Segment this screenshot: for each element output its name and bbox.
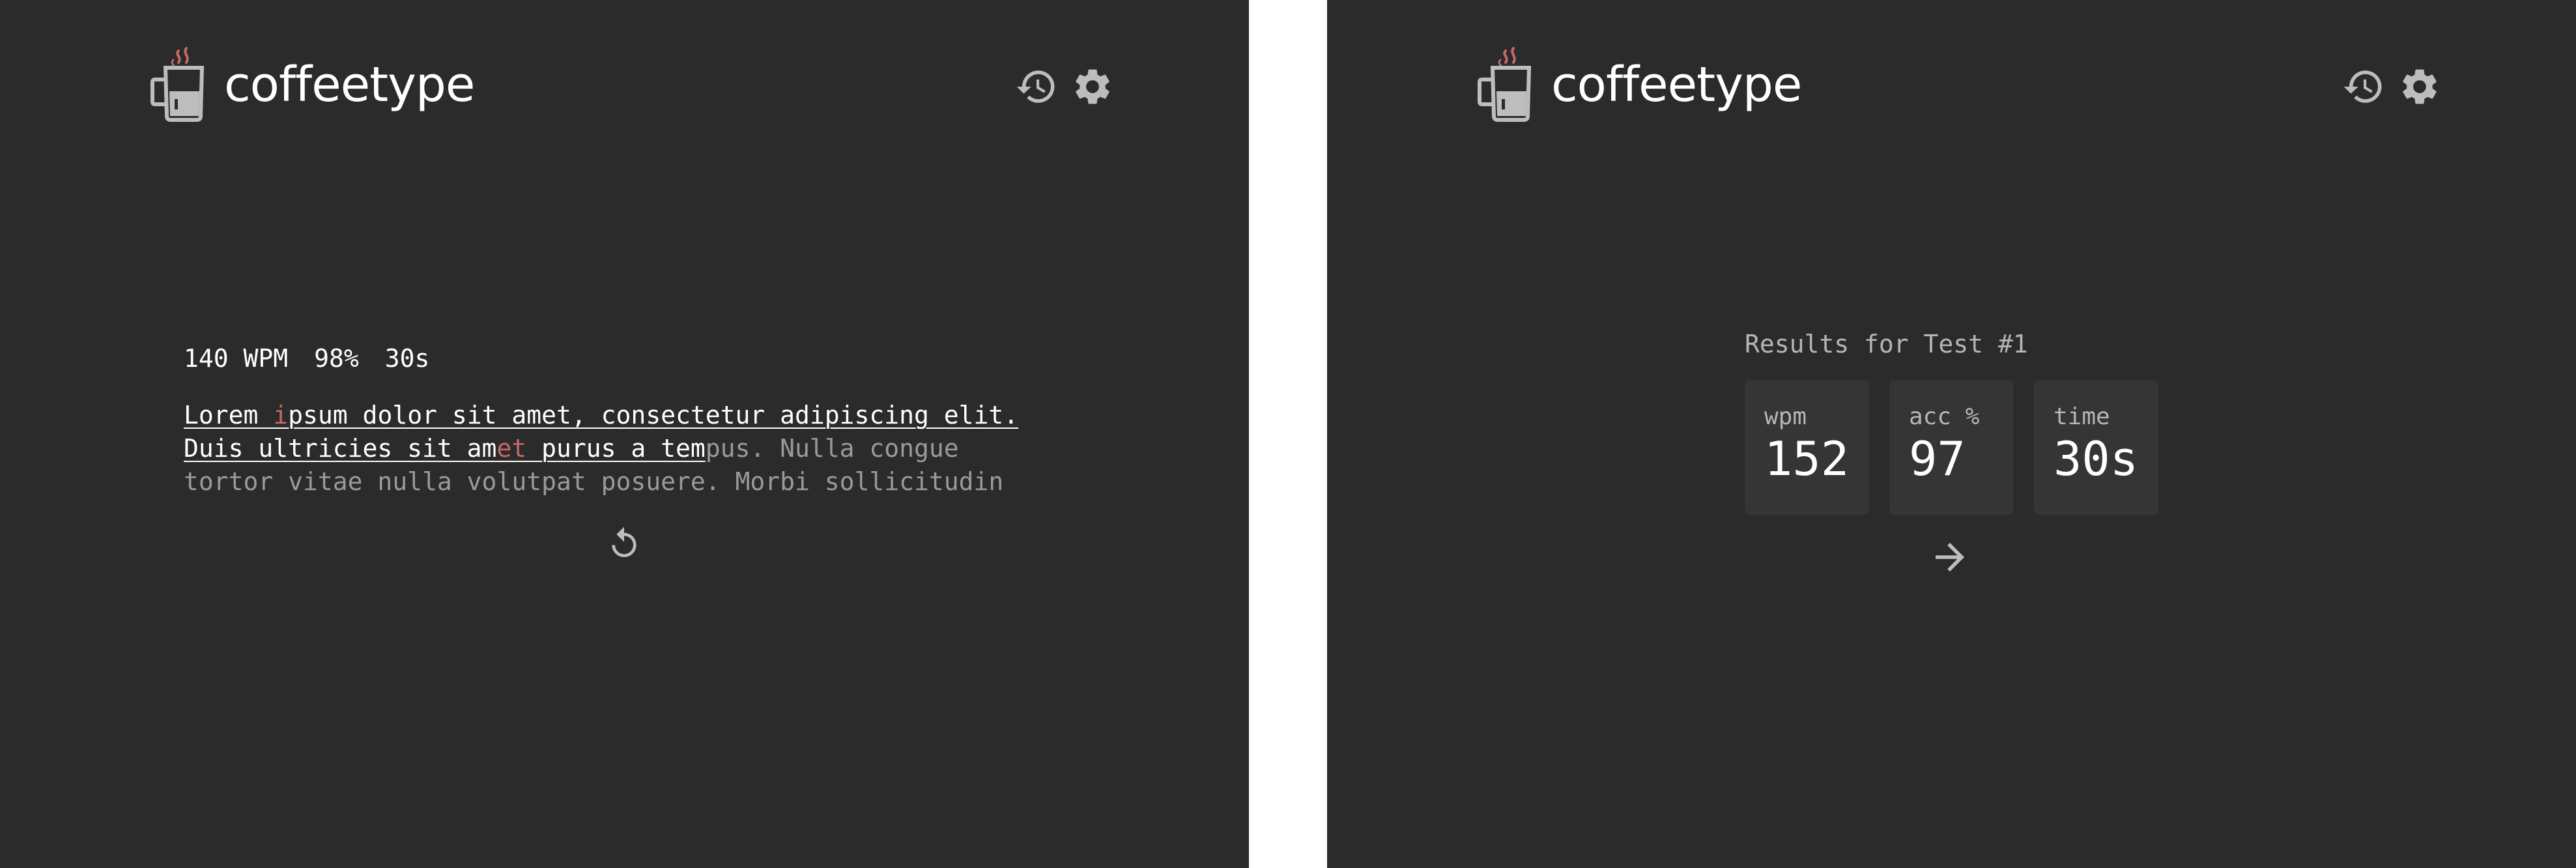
wpm-card: wpm 152 <box>1745 380 1869 515</box>
live-stats: 140 WPM 98% 30s <box>184 344 429 373</box>
text-line: Lorem ipsum dolor sit amet, consectetur … <box>184 399 1070 432</box>
card-value: 30s <box>2054 431 2139 486</box>
error-char: i <box>273 401 289 429</box>
app-name: coffeetype <box>1551 57 1802 113</box>
history-icon[interactable] <box>2342 65 2385 108</box>
typing-test-screen: coffeetype 140 WPM 98% 30s Lorem ipsum d… <box>0 0 1249 868</box>
card-label: acc % <box>1909 403 1980 430</box>
app-logo[interactable]: coffeetype <box>1477 46 1802 124</box>
error-char: et <box>496 434 542 463</box>
result-cards: wpm 152 acc % 97 time 30s <box>1745 380 2179 515</box>
typed-word: purus a tem <box>541 434 706 463</box>
text-line: Duis ultricies sit amet purus a tempus. … <box>184 432 1070 465</box>
arrow-right-icon[interactable] <box>1928 536 1971 579</box>
gear-icon[interactable] <box>2398 65 2441 108</box>
time-card: time 30s <box>2034 380 2158 515</box>
coffee-mug-icon <box>150 47 205 122</box>
gear-icon[interactable] <box>1071 65 1114 108</box>
typing-text[interactable]: Lorem ipsum dolor sit amet, consectetur … <box>184 399 1070 499</box>
header-actions <box>2342 65 2441 108</box>
untyped-word: pus. Nulla congue <box>705 434 959 463</box>
card-value: 97 <box>1909 431 1966 486</box>
results-screen: coffeetype Results for Test #1 wpm 152 a… <box>1327 0 2576 868</box>
coffee-mug-icon <box>1478 47 1532 122</box>
results-title: Results for Test #1 <box>1745 330 2028 358</box>
accuracy-stat: 98% <box>314 344 359 373</box>
app-logo[interactable]: coffeetype <box>150 46 475 124</box>
header-actions <box>1015 65 1114 108</box>
history-icon[interactable] <box>1015 65 1058 108</box>
untyped-word: tortor vitae nulla volutpat posuere. Mor… <box>184 467 1004 496</box>
wpm-stat: 140 WPM <box>184 344 289 373</box>
restart-icon[interactable] <box>606 525 642 562</box>
typed-word: Lorem <box>184 401 274 429</box>
card-value: 152 <box>1764 431 1850 486</box>
text-line: tortor vitae nulla volutpat posuere. Mor… <box>184 465 1070 499</box>
card-label: wpm <box>1764 403 1807 430</box>
card-label: time <box>2054 403 2110 430</box>
app-name: coffeetype <box>224 57 475 113</box>
typed-word: Duis ultricies sit am <box>184 434 497 463</box>
accuracy-card: acc % 97 <box>1889 380 2014 515</box>
time-stat: 30s <box>384 344 430 373</box>
typed-word: psum dolor sit amet, consectetur adipisc… <box>288 401 1019 429</box>
